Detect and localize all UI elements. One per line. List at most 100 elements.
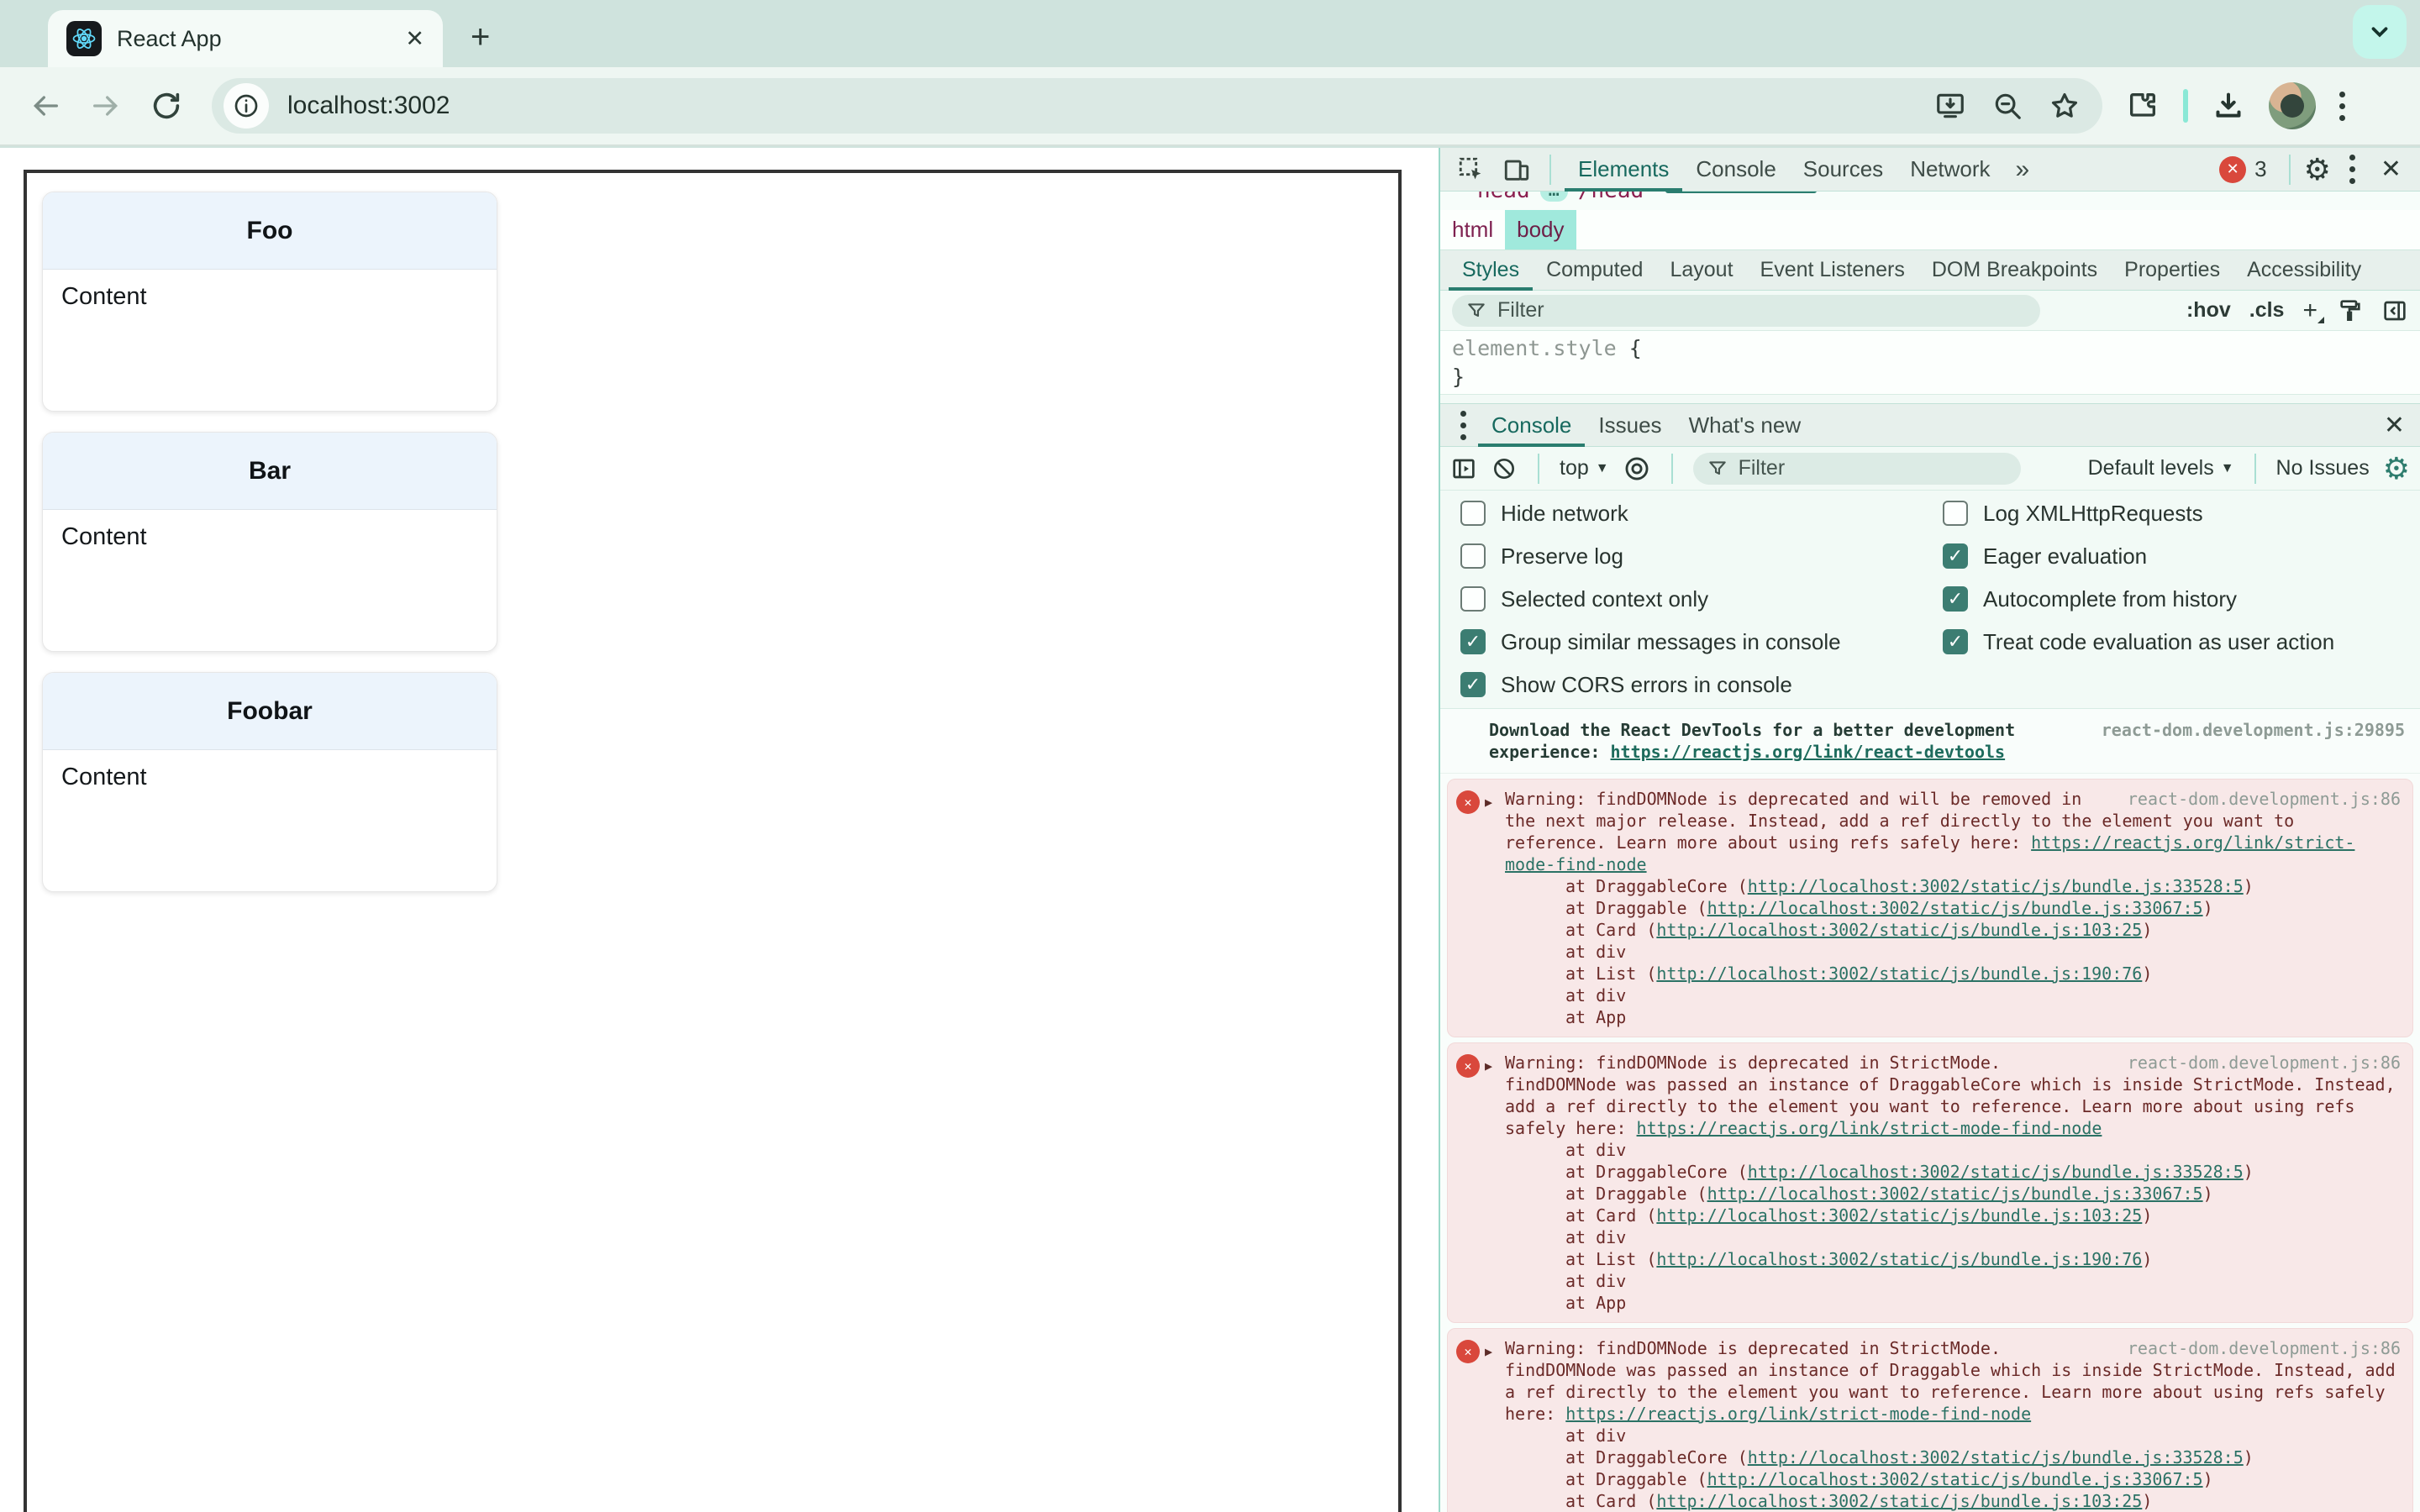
checkbox-checked-icon[interactable]: ✓	[1943, 543, 1968, 569]
stack-frame-link[interactable]: http://localhost:3002/static/js/bundle.j…	[1748, 1447, 2244, 1467]
checkbox-checked-icon[interactable]: ✓	[1460, 629, 1486, 654]
issues-counter[interactable]: No Issues	[2276, 456, 2370, 480]
back-button[interactable]	[22, 82, 69, 129]
styles-tab-dom-breakpoints[interactable]: DOM Breakpoints	[1918, 250, 2111, 291]
stack-frame-link[interactable]: http://localhost:3002/static/js/bundle.j…	[1748, 1162, 2244, 1182]
console-setting-checkbox[interactable]: ✓ Eager evaluation	[1943, 543, 2334, 569]
drawer-close-icon[interactable]: ✕	[2377, 411, 2412, 440]
expand-triangle-icon[interactable]: ▶	[1485, 791, 1492, 813]
element-style-block[interactable]: element.style { }	[1440, 331, 2420, 395]
console-setting-checkbox[interactable]: Selected context only	[1460, 586, 1841, 612]
browser-tab[interactable]: React App ✕	[48, 10, 443, 67]
reload-button[interactable]	[143, 82, 190, 129]
more-tabs-icon[interactable]: »	[2011, 155, 2035, 184]
devtools-tab-elements[interactable]: Elements	[1565, 148, 1683, 192]
install-app-icon[interactable]	[1934, 90, 1966, 122]
context-selector[interactable]: top ▼	[1560, 456, 1609, 480]
message-link[interactable]: https://reactjs.org/link/strict-mode-fin…	[1637, 1118, 2102, 1138]
styles-tab-event-listeners[interactable]: Event Listeners	[1747, 250, 1918, 291]
zoom-out-icon[interactable]	[1991, 90, 2023, 122]
stack-frame-link[interactable]: http://localhost:3002/static/js/bundle.j…	[1656, 920, 2142, 940]
stack-frame-link[interactable]: http://localhost:3002/static/js/bundle.j…	[1748, 876, 2244, 896]
styles-tab-accessibility[interactable]: Accessibility	[2233, 250, 2375, 291]
styles-tab-computed[interactable]: Computed	[1533, 250, 1656, 291]
address-bar[interactable]: localhost:3002	[212, 78, 2102, 134]
tab-close-icon[interactable]: ✕	[405, 26, 424, 52]
console-setting-checkbox[interactable]: ✓ Treat code evaluation as user action	[1943, 629, 2334, 654]
new-style-rule-button[interactable]: +	[2302, 297, 2324, 325]
profile-avatar[interactable]	[2269, 82, 2316, 129]
console-setting-checkbox[interactable]: Preserve log	[1460, 543, 1841, 569]
console-setting-checkbox[interactable]: Log XMLHttpRequests	[1943, 501, 2334, 526]
checkbox-unchecked-icon[interactable]	[1943, 501, 1968, 526]
checkbox-unchecked-icon[interactable]	[1460, 543, 1486, 569]
downloads-icon[interactable]	[2212, 89, 2245, 123]
site-info-icon[interactable]	[224, 83, 269, 129]
extensions-puzzle-icon[interactable]	[2126, 89, 2160, 123]
stack-frame-link[interactable]: http://localhost:3002/static/js/bundle.j…	[1656, 1205, 2142, 1226]
console-filter-input[interactable]: Filter	[1692, 452, 2021, 485]
styles-filter-input[interactable]: Filter	[1452, 294, 2040, 327]
drawer-menu-icon[interactable]	[1449, 410, 1478, 440]
message-link[interactable]: https://reactjs.org/link/strict-mode-fin…	[1565, 1404, 2031, 1424]
forward-button[interactable]	[82, 82, 129, 129]
breadcrumb-body[interactable]: body	[1505, 210, 1576, 249]
stack-frame-link[interactable]: http://localhost:3002/static/js/bundle.j…	[1707, 1469, 2203, 1489]
drawer-tab-issues[interactable]: Issues	[1585, 403, 1675, 447]
stack-frame-link[interactable]: http://localhost:3002/static/js/bundle.j…	[1656, 1249, 2142, 1269]
devtools-close-icon[interactable]: ✕	[2374, 155, 2408, 184]
checkbox-unchecked-icon[interactable]	[1460, 501, 1486, 526]
message-link[interactable]: https://reactjs.org/link/react-devtools	[1611, 742, 2006, 762]
dom-node-text[interactable]: head	[1477, 192, 1530, 203]
expand-triangle-icon[interactable]: ▶	[1485, 1341, 1492, 1362]
devtools-tab-sources[interactable]: Sources	[1790, 148, 1897, 192]
message-source-link[interactable]: react-dom.development.js:86	[2128, 1052, 2401, 1074]
console-setting-checkbox[interactable]: Hide network	[1460, 501, 1841, 526]
chrome-menu-icon[interactable]	[2339, 91, 2345, 121]
stack-frame-link[interactable]: http://localhost:3002/static/js/bundle.j…	[1656, 963, 2142, 984]
url-text[interactable]: localhost:3002	[287, 92, 1934, 120]
checkbox-checked-icon[interactable]: ✓	[1943, 586, 1968, 612]
console-setting-checkbox[interactable]: ✓ Autocomplete from history	[1943, 586, 2334, 612]
stack-frame-link[interactable]: http://localhost:3002/static/js/bundle.j…	[1707, 898, 2203, 918]
breadcrumb-html[interactable]: html	[1440, 210, 1505, 249]
expand-triangle-icon[interactable]: ▶	[1485, 1055, 1492, 1077]
new-tab-button[interactable]: +	[471, 18, 490, 55]
checkbox-checked-icon[interactable]: ✓	[1460, 672, 1486, 697]
styles-tab-layout[interactable]: Layout	[1656, 250, 1746, 291]
tab-search-chevron-button[interactable]	[2353, 5, 2407, 59]
devtools-menu-icon[interactable]	[2338, 155, 2367, 184]
message-source-link[interactable]: react-dom.development.js:86	[2128, 788, 2401, 810]
message-source-link[interactable]: react-dom.development.js:86	[2128, 1337, 2401, 1359]
inspect-element-icon[interactable]	[1452, 155, 1491, 184]
device-toolbar-icon[interactable]	[1497, 155, 1536, 184]
console-setting-checkbox[interactable]: ✓ Show CORS errors in console	[1460, 672, 1841, 697]
bookmark-star-icon[interactable]	[2049, 90, 2081, 122]
error-badge[interactable]: ✕ 3	[2219, 155, 2267, 183]
styles-tab-properties[interactable]: Properties	[2111, 250, 2233, 291]
checkbox-checked-icon[interactable]: ✓	[1943, 629, 1968, 654]
toggle-sidebar-icon[interactable]	[2381, 297, 2408, 324]
log-levels-selector[interactable]: Default levels ▼	[2088, 456, 2234, 480]
devtools-settings-icon[interactable]: ⚙	[2304, 152, 2331, 187]
drawer-tab-what-s-new[interactable]: What's new	[1676, 403, 1815, 447]
dom-ellipsis-chip[interactable]: …	[1539, 192, 1568, 202]
console-settings-icon[interactable]: ⚙	[2383, 451, 2410, 486]
paint-roller-icon[interactable]	[2336, 297, 2363, 324]
message-source-link[interactable]: react-dom.development.js:29895	[2102, 719, 2405, 741]
toggle-hover-button[interactable]: :hov	[2186, 298, 2231, 323]
checkbox-unchecked-icon[interactable]	[1460, 586, 1486, 612]
devtools-tab-console[interactable]: Console	[1682, 148, 1789, 192]
clear-console-icon[interactable]	[1491, 455, 1518, 482]
drawer-tab-console[interactable]: Console	[1478, 403, 1586, 447]
stack-frame-link[interactable]: http://localhost:3002/static/js/bundle.j…	[1656, 1491, 2142, 1511]
draggable-card[interactable]: Foo Content	[42, 192, 497, 412]
console-setting-checkbox[interactable]: ✓ Group similar messages in console	[1460, 629, 1841, 654]
draggable-card[interactable]: Foobar Content	[42, 672, 497, 892]
devtools-tab-network[interactable]: Network	[1897, 148, 2003, 192]
styles-tab-styles[interactable]: Styles	[1449, 250, 1534, 291]
toggle-class-button[interactable]: .cls	[2249, 298, 2285, 323]
console-sidebar-icon[interactable]	[1450, 455, 1477, 482]
dom-node-text[interactable]: /head	[1578, 192, 1644, 203]
draggable-card[interactable]: Bar Content	[42, 432, 497, 652]
